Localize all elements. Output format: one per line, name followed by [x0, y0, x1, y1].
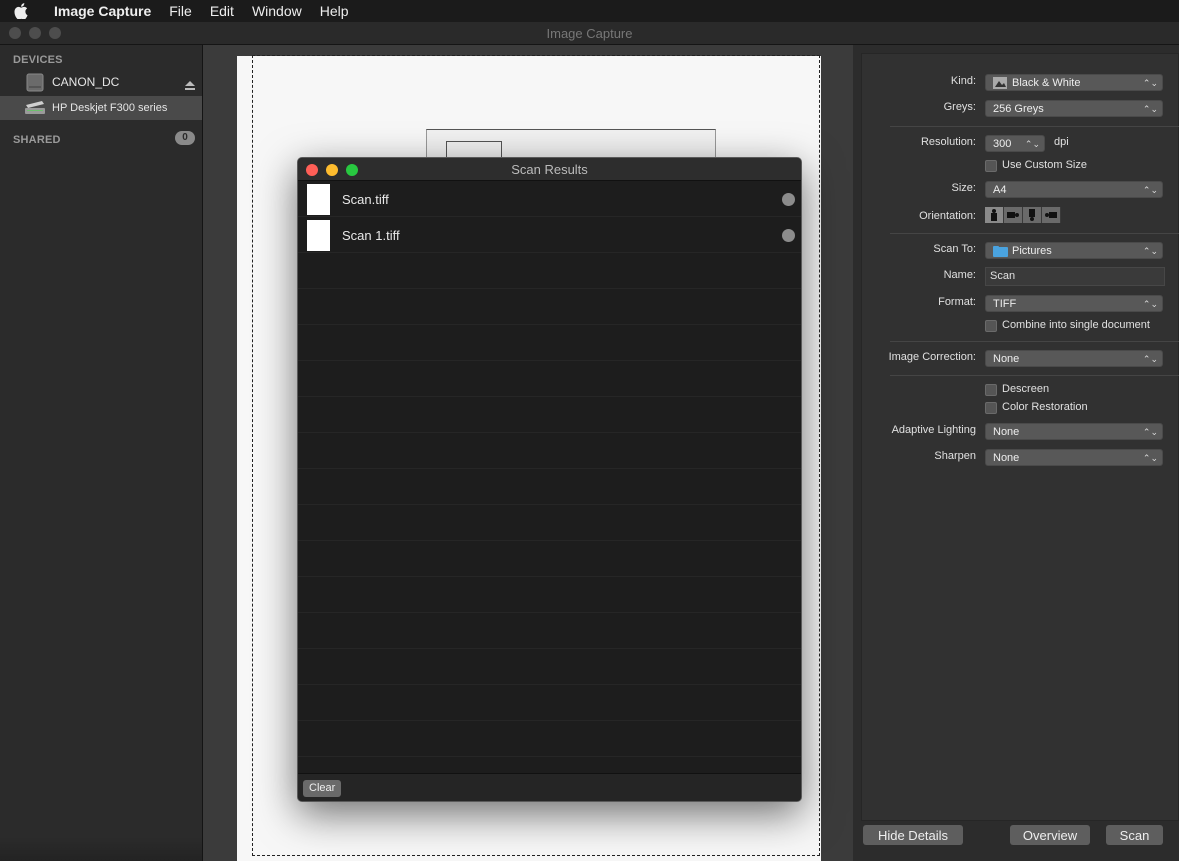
adaptive-lighting-label: Adaptive Lighting: [891, 424, 976, 436]
scan-results-footer: Clear: [298, 773, 801, 801]
rotate-left-icon[interactable]: [1004, 207, 1023, 223]
hide-details-button[interactable]: Hide Details: [863, 825, 963, 845]
file-name: Scan 1.tiff: [342, 228, 400, 243]
use-custom-size-checkbox[interactable]: [985, 160, 997, 172]
menu-edit[interactable]: Edit: [201, 3, 243, 19]
combine-label: Combine into single document: [1002, 319, 1150, 331]
format-label: Format:: [938, 296, 976, 308]
separator: [890, 341, 1179, 342]
empty-row: [298, 649, 801, 685]
upside-down-icon[interactable]: [1023, 207, 1042, 223]
sidebar-item-canon-dc[interactable]: CANON_DC: [0, 70, 202, 94]
clear-button[interactable]: Clear: [303, 780, 342, 797]
scan-settings-box: Kind: Black & White ⌃⌄ Greys: 256 Greys ⌃⌄…: [861, 53, 1179, 821]
scan-results-panel: Scan Results Scan.tiff Scan 1.tiff Clear: [297, 157, 802, 802]
folder-icon: [993, 246, 1008, 263]
menu-help[interactable]: Help: [311, 3, 358, 19]
format-popup[interactable]: TIFF ⌃⌄: [985, 295, 1163, 312]
resolution-stepper[interactable]: 300 ⌃⌄: [985, 135, 1045, 152]
greys-popup[interactable]: 256 Greys ⌃⌄: [985, 100, 1163, 117]
image-correction-label: Image Correction:: [888, 351, 976, 363]
window-title-bar: Image Capture: [0, 22, 1179, 45]
kind-popup[interactable]: Black & White ⌃⌄: [985, 74, 1163, 91]
orientation-control: [985, 207, 1061, 223]
separator: [890, 126, 1179, 127]
empty-row: [298, 721, 801, 757]
file-thumbnail: [307, 220, 330, 251]
magnifier-icon[interactable]: [782, 229, 795, 242]
menu-window[interactable]: Window: [243, 3, 311, 19]
window-title: Image Capture: [546, 26, 633, 41]
scan-results-title-bar: Scan Results: [298, 158, 801, 181]
color-restoration-checkbox[interactable]: [985, 402, 997, 414]
empty-row: [298, 613, 801, 649]
adaptive-lighting-popup[interactable]: None ⌃⌄: [985, 423, 1163, 440]
empty-row: [298, 253, 801, 289]
bw-photo-icon: [993, 77, 1007, 95]
list-item[interactable]: Scan.tiff: [298, 181, 801, 217]
combine-checkbox[interactable]: [985, 320, 997, 332]
scan-results-title: Scan Results: [511, 162, 588, 177]
sidebar-item-label: HP Deskjet F300 series: [52, 102, 168, 114]
file-thumbnail: [307, 184, 330, 215]
sharpen-popup[interactable]: None ⌃⌄: [985, 449, 1163, 466]
empty-row: [298, 541, 801, 577]
empty-row: [298, 577, 801, 613]
resolution-unit: dpi: [1054, 136, 1069, 148]
file-name: Scan.tiff: [342, 192, 389, 207]
scan-to-popup[interactable]: Pictures ⌃⌄: [985, 242, 1163, 259]
empty-row: [298, 325, 801, 361]
empty-row: [298, 685, 801, 721]
greys-label: Greys:: [943, 101, 976, 113]
empty-row: [298, 289, 801, 325]
size-label: Size:: [951, 182, 976, 194]
orientation-label: Orientation:: [919, 210, 976, 222]
scan-details-panel: Kind: Black & White ⌃⌄ Greys: 256 Greys ⌃⌄…: [853, 45, 1179, 861]
sharpen-label: Sharpen: [934, 450, 976, 462]
name-label: Name:: [943, 269, 976, 281]
menu-file[interactable]: File: [160, 3, 201, 19]
list-item[interactable]: Scan 1.tiff: [298, 217, 801, 253]
resolution-label: Resolution:: [920, 136, 976, 148]
overview-button[interactable]: Overview: [1010, 825, 1090, 845]
image-correction-popup[interactable]: None ⌃⌄: [985, 350, 1163, 367]
magnifier-icon[interactable]: [782, 193, 795, 206]
empty-row: [298, 505, 801, 541]
sidebar-item-hp-deskjet[interactable]: HP Deskjet F300 series: [0, 96, 202, 120]
name-field[interactable]: Scan: [985, 267, 1165, 286]
separator: [890, 375, 1179, 376]
devices-header: DEVICES: [13, 54, 63, 66]
use-custom-size-label: Use Custom Size: [1002, 159, 1087, 171]
descreen-checkbox[interactable]: [985, 384, 997, 396]
empty-row: [298, 469, 801, 505]
scan-results-list: Scan.tiff Scan 1.tiff: [298, 181, 801, 775]
menu-app-name[interactable]: Image Capture: [42, 3, 160, 19]
menu-bar: Image Capture File Edit Window Help: [0, 0, 1179, 22]
kind-label: Kind:: [950, 75, 976, 87]
separator: [890, 233, 1179, 234]
scan-button[interactable]: Scan: [1106, 825, 1163, 845]
eject-icon[interactable]: [184, 78, 196, 96]
sidebar: DEVICES CANON_DC HP Deskjet F300 series …: [0, 45, 203, 861]
sidebar-item-label: CANON_DC: [52, 75, 120, 89]
color-restoration-label: Color Restoration: [1002, 401, 1088, 413]
apple-icon[interactable]: [14, 3, 42, 19]
portrait-upright-icon[interactable]: [985, 207, 1004, 223]
scan-to-label: Scan To:: [933, 243, 976, 255]
descreen-label: Descreen: [1002, 383, 1050, 395]
empty-row: [298, 433, 801, 469]
shared-count-badge: 0: [175, 131, 195, 145]
rotate-right-icon[interactable]: [1042, 207, 1061, 223]
empty-row: [298, 397, 801, 433]
drive-icon: [26, 73, 44, 95]
shared-header: SHARED: [13, 134, 61, 146]
size-popup[interactable]: A4 ⌃⌄: [985, 181, 1163, 198]
sidebar-footer: [0, 837, 202, 861]
scanner-icon: [24, 100, 46, 119]
empty-row: [298, 361, 801, 397]
